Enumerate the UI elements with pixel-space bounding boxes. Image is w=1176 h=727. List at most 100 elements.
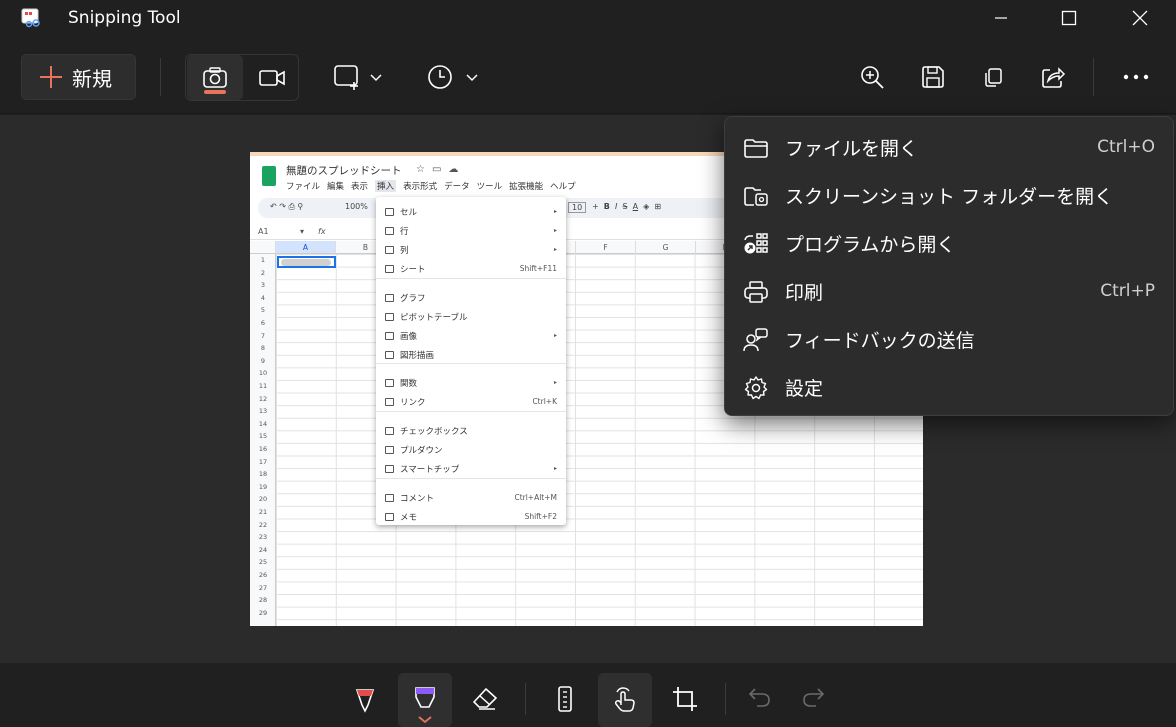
submenu-arrow-icon: ▸: [553, 332, 557, 339]
video-mode-button[interactable]: [244, 55, 300, 100]
sheet-menu-item: 編集: [327, 182, 345, 192]
insert-menu: セル ▸ 行 ▸ 列 ▸ シート Shift+F11 グラフ ピボットテーブル 画像 ▸ 図形描画 関数 ▸…: [376, 197, 566, 525]
highlighter-button[interactable]: [398, 673, 452, 727]
ballpoint-pen-button[interactable]: [338, 673, 392, 727]
insert-menu-item-icon: [385, 378, 394, 387]
sheet-format-icons: + B I S̶ A ◈ ⊞: [592, 202, 662, 211]
insert-menu-item: 画像 ▸: [376, 326, 566, 345]
eraser-button[interactable]: [458, 673, 512, 727]
cell-ref-dropdown-icon: ▾: [300, 227, 305, 236]
undo-button[interactable]: [733, 673, 787, 727]
corner-header: [250, 241, 276, 254]
screenshot-mode-button[interactable]: [187, 55, 243, 100]
share-button[interactable]: [1033, 58, 1073, 96]
sheet-menu-item: ツール: [476, 182, 503, 192]
maximize-icon: [1061, 10, 1077, 26]
insert-menu-item-icon: [385, 264, 394, 273]
row-number: 19: [258, 482, 268, 491]
zoom-in-icon: [861, 66, 884, 89]
insert-menu-item-label: メモ: [400, 512, 418, 523]
ruler-icon: [558, 686, 572, 712]
insert-menu-item-icon: [385, 512, 394, 521]
insert-menu-item-icon: [385, 226, 394, 235]
menu-item-label: プログラムから開く: [785, 233, 956, 256]
delay-timer-dropdown[interactable]: [420, 58, 486, 96]
redo-button[interactable]: [786, 673, 840, 727]
chevron-down-icon: [370, 74, 382, 82]
close-button[interactable]: [1105, 0, 1175, 36]
insert-menu-item: スマートチップ ▸: [376, 459, 566, 478]
sheet-menu-item: 表示形式: [403, 182, 438, 192]
minimize-icon: [995, 17, 1007, 19]
maximize-button[interactable]: [1034, 0, 1104, 36]
insert-menu-item-shortcut: Ctrl+K: [532, 397, 557, 406]
new-snip-button[interactable]: 新規: [21, 54, 136, 100]
row-number: 16: [258, 445, 268, 453]
doc-title: 無題のスプレッドシート: [286, 165, 402, 177]
row-number: 14: [258, 419, 268, 428]
window-title: Snipping Tool: [68, 8, 181, 28]
snipping-tool-app-icon: [21, 8, 40, 28]
menu-item-shortcut: Ctrl+P: [1100, 281, 1155, 301]
toolbar-divider: [160, 58, 161, 96]
insert-menu-item: シート Shift+F11: [376, 259, 566, 278]
row-number: 8: [260, 344, 266, 353]
insert-menu-item: セル ▸: [376, 202, 566, 221]
camera-icon: [203, 66, 227, 88]
row-number: 5: [260, 306, 266, 315]
touch-writing-icon: [614, 687, 635, 712]
insert-menu-item-shortcut: Shift+F2: [524, 512, 557, 521]
insert-menu-item-icon: [385, 464, 394, 473]
share-icon: [1042, 67, 1066, 88]
menu-item-settings[interactable]: 設定: [729, 365, 1171, 409]
row-number: 10: [258, 369, 268, 378]
insert-menu-item-label: シート: [400, 264, 426, 275]
plus-icon: [40, 66, 62, 88]
sheet-zoom: 100%: [345, 202, 368, 211]
menu-item-folder-image[interactable]: スクリーンショット フォルダーを開く: [729, 173, 1171, 217]
crop-button[interactable]: [658, 673, 712, 727]
column-header: G: [636, 241, 696, 254]
close-icon: [1132, 10, 1148, 26]
menu-divider: [376, 411, 566, 412]
doc-title-icons: ☆▭☁: [416, 164, 466, 175]
row-number: 2: [260, 268, 266, 277]
undo-icon: [748, 688, 770, 707]
toolbar-divider: [525, 683, 526, 715]
more-options-menu: ファイルを開く Ctrl+O スクリーンショット フォルダーを開く プログラムから開く…: [724, 116, 1174, 416]
row-number: 28: [258, 596, 268, 605]
menu-item-folder-open[interactable]: ファイルを開く Ctrl+O: [729, 125, 1171, 169]
insert-menu-item-label: チェックボックス: [400, 426, 468, 437]
insert-menu-item-label: コメント: [400, 493, 435, 504]
snip-shape-dropdown[interactable]: [326, 58, 390, 96]
insert-menu-item-icon: [385, 426, 394, 435]
row-number: 22: [258, 520, 268, 529]
zoom-in-button[interactable]: [852, 58, 892, 96]
insert-menu-item-icon: [385, 493, 394, 502]
ruler-button[interactable]: [538, 673, 592, 727]
touch-writing-button[interactable]: [598, 673, 652, 727]
row-number: 29: [258, 608, 268, 617]
more-options-button[interactable]: [1114, 58, 1158, 96]
menu-item-label: スクリーンショット フォルダーを開く: [785, 185, 1114, 208]
insert-menu-item: メモ Shift+F2: [376, 507, 566, 526]
submenu-arrow-icon: ▸: [553, 379, 557, 386]
folder-image-icon: [744, 187, 768, 206]
highlighter-icon: [415, 687, 435, 724]
insert-menu-item-label: ピボットテーブル: [400, 312, 468, 323]
menu-item-feedback[interactable]: フィードバックの送信: [729, 317, 1171, 361]
chevron-down-icon: [466, 74, 478, 82]
row-number: 11: [258, 382, 268, 390]
menu-item-open-with[interactable]: プログラムから開く: [729, 221, 1171, 265]
insert-menu-item-label: スマートチップ: [400, 464, 460, 475]
toolbar-divider: [725, 683, 726, 715]
save-button[interactable]: [913, 58, 953, 96]
insert-menu-item-icon: [385, 397, 394, 406]
menu-item-printer[interactable]: 印刷 Ctrl+P: [729, 269, 1171, 313]
row-number: 4: [260, 293, 266, 302]
row-number: 21: [258, 508, 268, 516]
minimize-button[interactable]: [966, 0, 1036, 36]
sheet-menu-item-selected: 挿入: [375, 180, 397, 192]
insert-menu-item-icon: [385, 331, 394, 340]
copy-button[interactable]: [973, 58, 1013, 96]
